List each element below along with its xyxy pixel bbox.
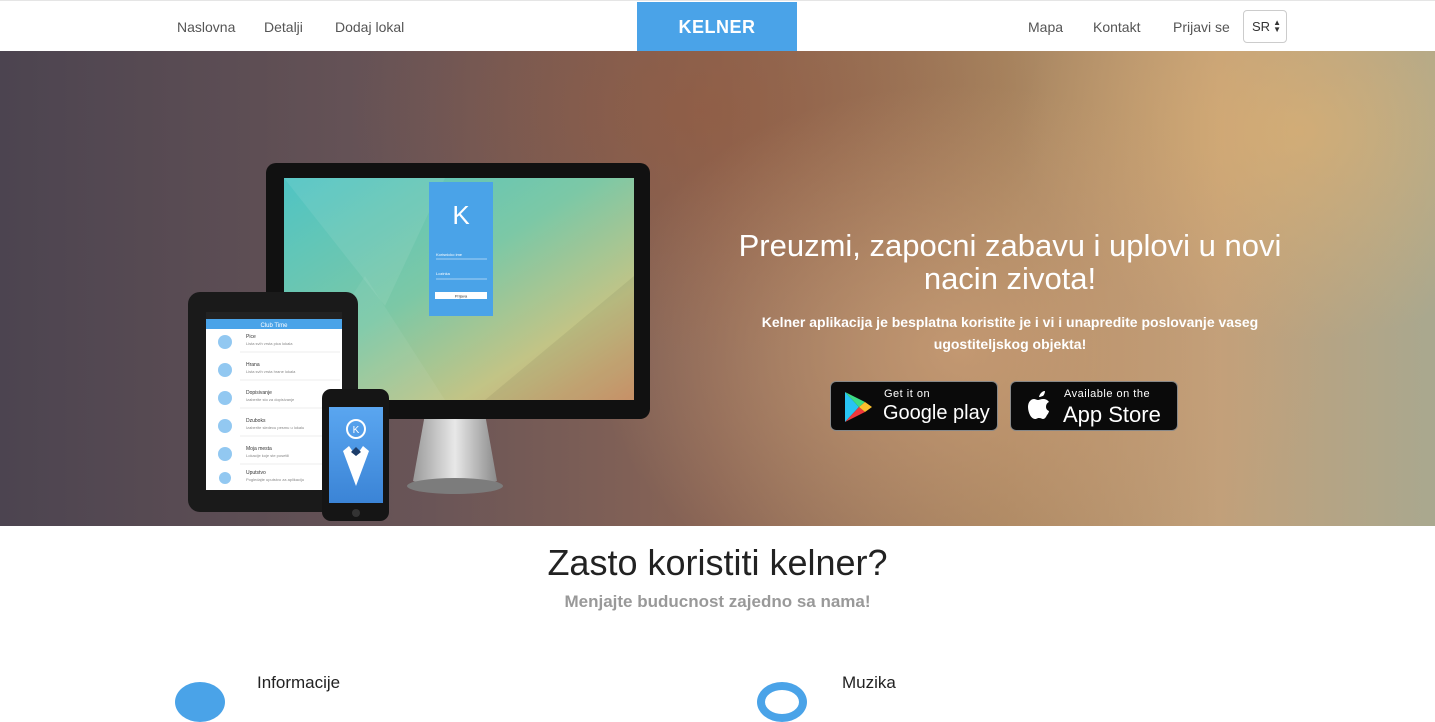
google-play-small-text: Get it on [884, 388, 931, 400]
svg-text:Korisnicko ime: Korisnicko ime [436, 252, 463, 257]
svg-text:Prijava: Prijava [455, 294, 468, 299]
svg-text:Izaberite sledecu pesmu u loka: Izaberite sledecu pesmu u lokalu [246, 425, 304, 430]
music-icon [757, 682, 807, 722]
svg-text:Club Time: Club Time [260, 323, 288, 329]
monitor-logo: K [452, 200, 470, 230]
devices-illustration: K Korisnicko ime Lozinka Prijava Club Ti… [188, 163, 650, 521]
app-store-badge[interactable]: Available on the App Store [1010, 381, 1178, 431]
svg-text:Hrana: Hrana [246, 362, 260, 368]
svg-text:Lokacije koje ste posetili: Lokacije koje ste posetili [246, 453, 289, 458]
hero-subtitle: Kelner aplikacija je besplatna koristite… [761, 314, 1259, 352]
app-store-big-text: App Store [1063, 402, 1161, 427]
google-play-badge[interactable]: Get it on Google play [830, 381, 998, 431]
nav-link-mapa[interactable]: Mapa [1028, 19, 1063, 35]
language-value: SR [1252, 19, 1271, 34]
svg-text:Pice: Pice [246, 334, 256, 340]
svg-text:Dopisivanje: Dopisivanje [246, 390, 272, 396]
google-play-icon [845, 392, 872, 422]
svg-text:Izaberite sto za dopisivanje: Izaberite sto za dopisivanje [246, 397, 295, 402]
feature-title-informacije: Informacije [257, 673, 341, 692]
svg-text:Pogledajte uputstvo za aplikac: Pogledajte uputstvo za aplikaciju [246, 477, 304, 482]
nav-link-prijavi-se[interactable]: Prijavi se [1173, 19, 1230, 35]
why-subtitle: Menjajte buducnost zajedno sa nama! [564, 592, 871, 611]
apple-icon [1028, 391, 1049, 419]
info-icon [175, 682, 225, 722]
top-navbar: Naslovna Detalji Dodaj lokal KELNER Mapa… [0, 0, 1435, 52]
brand-logo[interactable]: KELNER [637, 2, 797, 52]
app-store-small-text: Available on the [1064, 388, 1151, 400]
select-arrows-icon: ▲ ▼ [1273, 18, 1281, 34]
svg-text:Uputstvo: Uputstvo [246, 470, 266, 476]
svg-text:Moja mesta: Moja mesta [246, 446, 272, 452]
hero-title: Preuzmi, zapocni zabavu i uplovi u novi … [738, 228, 1282, 296]
svg-text:Lozinka: Lozinka [436, 271, 451, 276]
feature-title-muzika: Muzika [842, 673, 896, 692]
language-select[interactable]: SR ▲ ▼ [1243, 10, 1287, 43]
svg-text:Lista svih vrsta pica lokala: Lista svih vrsta pica lokala [246, 341, 293, 346]
nav-link-detalji[interactable]: Detalji [264, 19, 303, 35]
svg-text:K: K [353, 425, 360, 436]
svg-text:Lista svih vrsta hrane lokala: Lista svih vrsta hrane lokala [246, 369, 296, 374]
nav-link-kontakt[interactable]: Kontakt [1093, 19, 1140, 35]
google-play-big-text: Google play [883, 402, 990, 424]
hero-banner: K Korisnicko ime Lozinka Prijava Club Ti… [0, 51, 1435, 526]
nav-link-naslovna[interactable]: Naslovna [177, 19, 235, 35]
svg-text:Dzuboks: Dzuboks [246, 418, 266, 424]
why-title: Zasto koristiti kelner? [547, 542, 888, 583]
nav-link-dodaj-lokal[interactable]: Dodaj lokal [335, 19, 404, 35]
